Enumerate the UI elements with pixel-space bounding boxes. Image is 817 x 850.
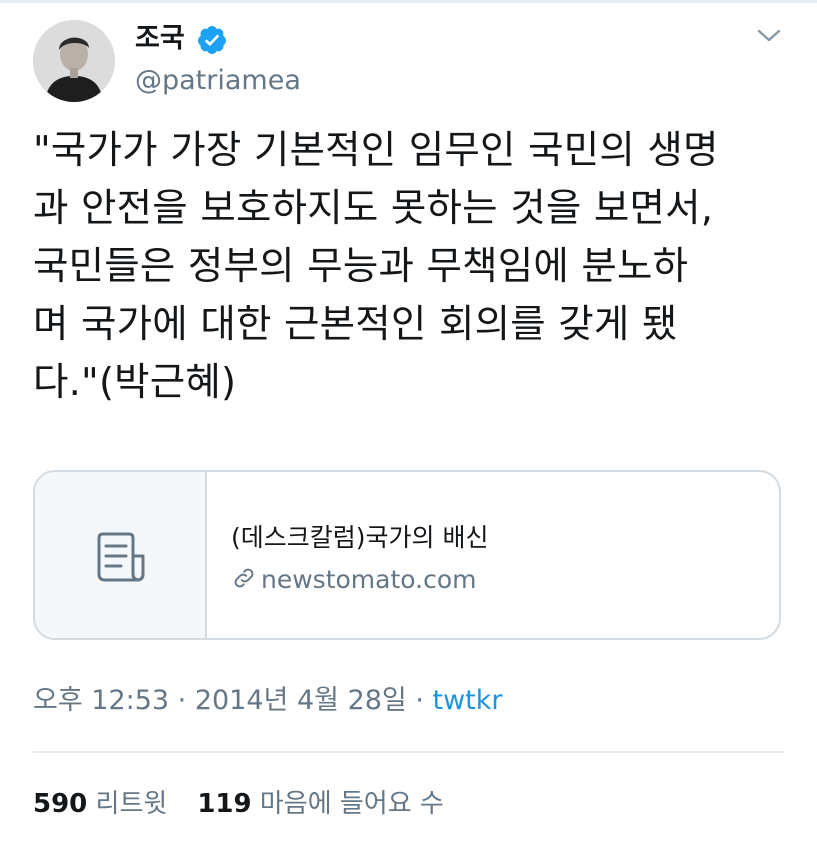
top-divider	[0, 0, 817, 3]
author-display-name[interactable]: 조국	[135, 22, 185, 56]
retweets-stat[interactable]: 590 리트윗	[33, 789, 167, 819]
tweet-date: 2014년 4월 28일	[194, 685, 407, 716]
tweet-source-link[interactable]: twtkr	[433, 685, 503, 716]
avatar-photo	[33, 20, 115, 102]
chevron-down-icon[interactable]	[756, 26, 782, 46]
retweets-label: 리트윗	[95, 789, 168, 819]
verified-badge-icon	[197, 26, 226, 54]
tweet-stats: 590 리트윗 119 마음에 들어요 수	[33, 787, 444, 821]
tweet-text: "국가가 가장 기본적인 임무인 국민의 생명 과 안전을 보호하지도 못하는 …	[33, 128, 719, 405]
avatar[interactable]	[33, 20, 115, 102]
link-card-domain-text: newstomato.com	[261, 565, 477, 594]
likes-label: 마음에 들어요 수	[259, 789, 444, 819]
tweet-time: 오후 12:53	[33, 685, 170, 716]
retweets-count: 590	[33, 789, 88, 819]
link-card[interactable]: (데스크칼럼)국가의 배신 newstomato.com	[33, 470, 781, 640]
tweet-metadata: 오후 12:53 · 2014년 4월 28일 · twtkr	[33, 684, 503, 718]
link-icon	[234, 568, 254, 588]
link-card-thumbnail	[35, 472, 207, 638]
likes-count: 119	[197, 789, 252, 819]
link-card-title: (데스크칼럼)국가의 배신	[231, 523, 489, 552]
link-card-domain: newstomato.com	[231, 564, 476, 596]
likes-stat[interactable]: 119 마음에 들어요 수	[197, 789, 444, 819]
meta-separator: ·	[169, 685, 195, 716]
meta-separator: ·	[406, 685, 433, 716]
author-handle[interactable]: @patriamea	[135, 64, 301, 98]
document-icon	[97, 532, 145, 582]
divider	[33, 751, 785, 753]
